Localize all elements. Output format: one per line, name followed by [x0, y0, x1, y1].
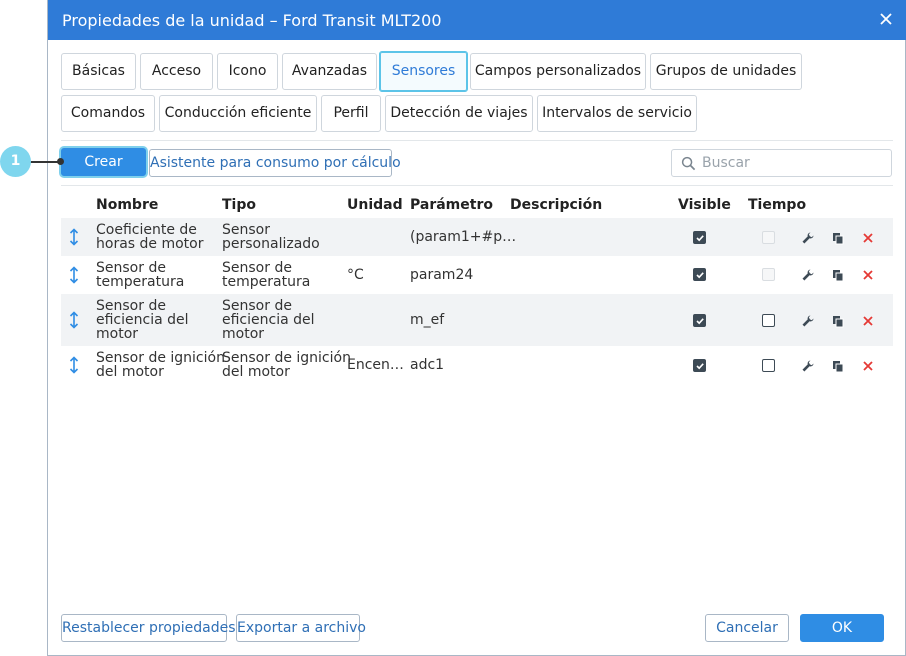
- table-row[interactable]: Sensor de eficiencia del motor Sensor de ef…: [61, 294, 893, 346]
- tab-basicas[interactable]: Básicas: [61, 53, 136, 90]
- delete-icon[interactable]: [861, 359, 875, 373]
- drag-handle-icon[interactable]: [68, 311, 80, 329]
- time-checkbox[interactable]: [762, 231, 775, 244]
- reset-properties-button[interactable]: Restablecer propiedades: [61, 614, 236, 642]
- delete-icon[interactable]: [861, 268, 875, 282]
- callout-dot: [57, 158, 64, 165]
- divider: [61, 140, 893, 141]
- drag-handle-icon[interactable]: [68, 266, 80, 284]
- sensor-type: Sensor de temperatura: [222, 260, 311, 290]
- sensor-name: Coeficiente de horas de motor: [96, 222, 204, 252]
- search-input[interactable]: [702, 153, 882, 173]
- visible-checkbox[interactable]: [693, 231, 706, 244]
- column-header-time: Tiempo: [748, 197, 807, 213]
- sensor-parameter: adc1: [410, 357, 445, 373]
- sensor-name: Sensor de eficiencia del motor: [96, 298, 189, 342]
- cancel-button[interactable]: Cancelar: [705, 614, 789, 642]
- sensor-type: Sensor de ignición del motor: [222, 350, 351, 380]
- sensor-type: Sensor personalizado: [222, 222, 320, 252]
- delete-icon[interactable]: [861, 314, 875, 328]
- drag-handle-icon[interactable]: [68, 356, 80, 374]
- table-row[interactable]: Sensor de temperatura Sensor de temperatur…: [61, 256, 893, 294]
- tab-grupos-de-unidades[interactable]: Grupos de unidades: [650, 53, 802, 90]
- tab-comandos[interactable]: Comandos: [61, 95, 155, 132]
- dialog-title: Propiedades de la unidad – Ford Transit …: [62, 11, 442, 30]
- close-icon[interactable]: [878, 11, 894, 27]
- dialog-title-bar: Propiedades de la unidad – Ford Transit …: [48, 0, 906, 40]
- drag-handle-icon[interactable]: [68, 228, 80, 246]
- sensor-parameter: (param1+#p…: [410, 229, 517, 245]
- visible-checkbox[interactable]: [693, 359, 706, 372]
- unit-properties-dialog: Propiedades de la unidad – Ford Transit …: [47, 0, 906, 656]
- tab-avanzadas[interactable]: Avanzadas: [282, 53, 377, 90]
- sensor-unit: °C: [347, 267, 364, 283]
- tab-perfil[interactable]: Perfil: [321, 95, 381, 132]
- tab-deteccion-de-viajes[interactable]: Detección de viajes: [385, 95, 533, 132]
- table-row[interactable]: Sensor de ignición del motor Sensor de ig…: [61, 346, 893, 384]
- wrench-icon[interactable]: [801, 268, 815, 282]
- divider: [61, 185, 893, 186]
- tab-intervalos-de-servicio[interactable]: Intervalos de servicio: [537, 95, 697, 132]
- ok-button[interactable]: OK: [800, 614, 884, 642]
- tab-campos-personalizados[interactable]: Campos personalizados: [470, 53, 646, 90]
- wrench-icon[interactable]: [801, 314, 815, 328]
- time-checkbox[interactable]: [762, 359, 775, 372]
- sensor-name: Sensor de ignición del motor: [96, 350, 225, 380]
- visible-checkbox[interactable]: [693, 314, 706, 327]
- copy-icon[interactable]: [831, 359, 845, 373]
- callout-badge: 1: [0, 146, 31, 177]
- tab-acceso[interactable]: Acceso: [140, 53, 213, 90]
- column-header-parameter: Parámetro: [410, 197, 493, 213]
- copy-icon[interactable]: [831, 314, 845, 328]
- column-header-description: Descripción: [510, 197, 603, 213]
- sensor-parameter: m_ef: [410, 312, 445, 328]
- column-header-name: Nombre: [96, 197, 159, 213]
- copy-icon[interactable]: [831, 268, 845, 282]
- tab-sensores[interactable]: Sensores: [379, 51, 468, 92]
- consumption-wizard-button[interactable]: Asistente para consumo por cálculo: [149, 149, 401, 177]
- wrench-icon[interactable]: [801, 359, 815, 373]
- copy-icon[interactable]: [831, 231, 845, 245]
- time-checkbox[interactable]: [762, 314, 775, 327]
- sensor-type: Sensor de eficiencia del motor: [222, 298, 315, 342]
- search-box: [671, 149, 892, 177]
- tab-conduccion-eficiente[interactable]: Conducción eficiente: [159, 95, 317, 132]
- export-to-file-button[interactable]: Exportar a archivo: [236, 614, 366, 642]
- wrench-icon[interactable]: [801, 231, 815, 245]
- time-checkbox[interactable]: [762, 268, 775, 281]
- sensor-parameter: param24: [410, 267, 474, 283]
- create-button[interactable]: Crear: [61, 148, 146, 176]
- column-header-visible: Visible: [678, 197, 731, 213]
- visible-checkbox[interactable]: [693, 268, 706, 281]
- tab-icono[interactable]: Icono: [217, 53, 278, 90]
- column-header-type: Tipo: [222, 197, 256, 213]
- column-header-unit: Unidad: [347, 197, 403, 213]
- sensor-name: Sensor de temperatura: [96, 260, 185, 290]
- delete-icon[interactable]: [861, 231, 875, 245]
- sensor-unit: Encen…: [347, 357, 404, 373]
- table-row[interactable]: Coeficiente de horas de motor Sensor perso…: [61, 218, 893, 256]
- search-icon: [681, 156, 696, 171]
